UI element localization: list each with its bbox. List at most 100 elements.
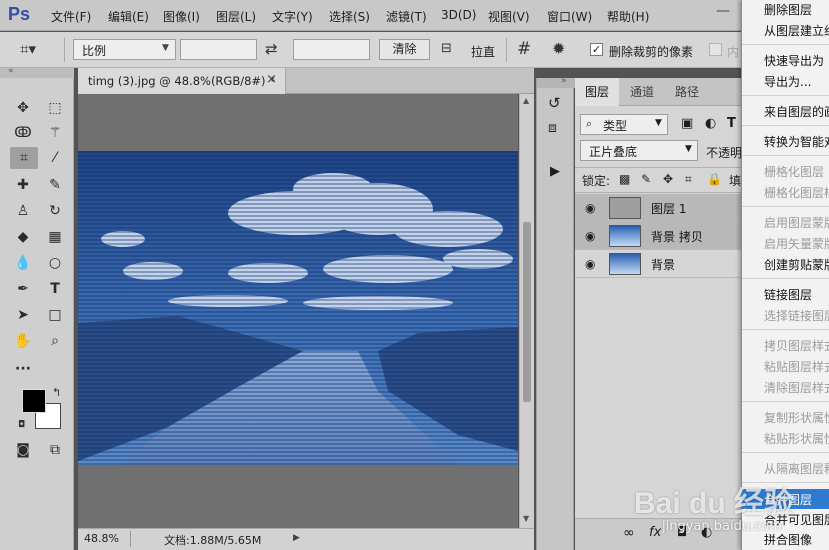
layer-row[interactable]: ◉ 背景 拷贝	[575, 222, 741, 250]
tools-panel-header[interactable]: «	[0, 66, 74, 78]
menu-image[interactable]: 图像(I)	[163, 8, 200, 25]
ratio-select[interactable]: 比例 ▼	[73, 39, 176, 60]
close-tab-icon[interactable]: ×	[266, 72, 277, 87]
mask-icon[interactable]: ◘	[677, 525, 687, 540]
strip-header[interactable]: »	[537, 76, 575, 88]
menu-item-artboard-from-layers[interactable]: 来自图层的画	[764, 103, 829, 120]
delete-cropped-label[interactable]: 删除裁剪的像素	[609, 43, 693, 60]
brush-tool-icon[interactable]: ✎	[44, 174, 66, 196]
pen-tool-icon[interactable]: ✒	[12, 278, 34, 300]
menu-item-create-clipping-mask[interactable]: 创建剪贴蒙版	[764, 256, 829, 273]
move-tool-icon[interactable]: ✥	[12, 97, 34, 119]
clone-stamp-tool-icon[interactable]: ♙	[12, 200, 34, 222]
height-field[interactable]	[293, 39, 370, 60]
history-panel-icon[interactable]: ↺	[548, 94, 561, 112]
tab-layers[interactable]: 图层	[575, 78, 619, 106]
crop-tool-icon[interactable]: ⌗	[10, 147, 38, 169]
tab-paths[interactable]: 路径	[665, 78, 709, 106]
menu-select[interactable]: 选择(S)	[329, 8, 370, 25]
menu-item-quick-export[interactable]: 快速导出为 P	[764, 52, 829, 69]
content-aware-label[interactable]: 内	[727, 43, 739, 60]
crop-tool-preset-icon[interactable]: ⌗▾	[20, 40, 36, 58]
adjustment-filter-icon[interactable]: ◐	[705, 116, 716, 131]
magic-wand-tool-icon[interactable]: ⚚	[44, 122, 66, 144]
width-field[interactable]	[180, 39, 257, 60]
gear-icon[interactable]: ✹	[552, 39, 565, 58]
play-actions-icon[interactable]: ▶	[550, 164, 560, 179]
minimize-icon[interactable]: —	[716, 3, 730, 19]
delete-cropped-checkbox[interactable]: ✓	[590, 43, 603, 56]
document-size-info[interactable]: 文档:1.88M/5.65M	[164, 532, 261, 548]
pixel-filter-icon[interactable]: ▣	[681, 116, 693, 131]
menu-item-group-from-layers[interactable]: 从图层建立组	[764, 22, 829, 39]
content-aware-checkbox[interactable]	[709, 43, 722, 56]
fx-icon[interactable]: fx	[649, 525, 661, 540]
more-tools-icon[interactable]: ···	[12, 358, 34, 380]
menu-window[interactable]: 窗口(W)	[547, 8, 592, 25]
rectangle-tool-icon[interactable]: □	[44, 304, 66, 326]
screen-mode-icon[interactable]: ⧉	[44, 439, 66, 461]
zoom-level[interactable]: 48.8%	[84, 532, 119, 545]
blur-tool-icon[interactable]: 💧	[12, 252, 34, 274]
vertical-scrollbar[interactable]: ▲ ▼	[519, 94, 534, 528]
menu-item-link-layers[interactable]: 链接图层	[764, 286, 812, 303]
lasso-tool-icon[interactable]: ↂ	[12, 122, 34, 144]
foreground-color-swatch[interactable]	[22, 389, 46, 413]
tab-channels[interactable]: 通道	[620, 78, 664, 106]
document-tab[interactable]: timg (3).jpg @ 48.8%(RGB/8#) * ×	[78, 68, 286, 94]
eye-icon[interactable]: ◉	[585, 229, 595, 243]
link-icon[interactable]: ∞	[623, 525, 635, 541]
menu-item-convert-smart-object[interactable]: 转换为智能对	[764, 133, 829, 150]
eraser-tool-icon[interactable]: ◆	[12, 226, 34, 248]
layer-row[interactable]: ◉ 背景	[575, 250, 741, 278]
menu-3d[interactable]: 3D(D)	[441, 8, 476, 22]
menu-edit[interactable]: 编辑(E)	[108, 8, 149, 25]
straighten-icon[interactable]: ⊟	[441, 41, 452, 56]
quick-mask-icon[interactable]: ◙	[12, 439, 34, 461]
zoom-tool-icon[interactable]: ⌕	[44, 330, 66, 352]
layer-row[interactable]: ◉ 图层 1	[575, 194, 741, 222]
dodge-tool-icon[interactable]: ○	[44, 252, 66, 274]
status-arrow-icon[interactable]: ▶	[293, 533, 300, 543]
menu-file[interactable]: 文件(F)	[51, 8, 91, 25]
menu-help[interactable]: 帮助(H)	[607, 8, 649, 25]
swap-colors-icon[interactable]: ↰	[52, 386, 61, 399]
grid-overlay-icon[interactable]: #	[517, 39, 531, 59]
marquee-tool-icon[interactable]: ⬚	[44, 97, 66, 119]
healing-brush-tool-icon[interactable]: ✚	[12, 174, 34, 196]
menu-item-flatten-image[interactable]: 拼合图像	[764, 531, 812, 548]
eyedropper-tool-icon[interactable]: ⁄	[44, 147, 66, 169]
type-filter-icon[interactable]: T	[727, 116, 736, 131]
collapse-icon[interactable]: «	[8, 66, 14, 76]
collapse-icon[interactable]: »	[561, 76, 567, 86]
layer-filter-select[interactable]: ⌕ 类型 ▼	[580, 114, 668, 135]
menu-layer[interactable]: 图层(L)	[216, 8, 256, 25]
default-colors-icon[interactable]: ◘	[18, 420, 25, 430]
scroll-up-icon[interactable]: ▲	[523, 96, 529, 105]
gradient-tool-icon[interactable]: ▦	[44, 226, 66, 248]
swap-icon[interactable]: ⇄	[265, 40, 278, 58]
menu-filter[interactable]: 滤镜(T)	[386, 8, 427, 25]
lock-artboard-icon[interactable]: ⌗	[685, 172, 692, 187]
3d-panel-icon[interactable]: ⧈	[548, 120, 557, 136]
menu-item-delete-layer[interactable]: 删除图层	[764, 1, 812, 18]
eye-icon[interactable]: ◉	[585, 201, 595, 215]
menu-item-export-as[interactable]: 导出为...	[764, 73, 811, 90]
lock-position-icon[interactable]: ✥	[663, 172, 673, 186]
menu-item-merge-visible[interactable]: 合并可见图层	[764, 511, 829, 528]
scroll-thumb[interactable]	[523, 222, 531, 402]
clear-button[interactable]: 清除	[379, 39, 430, 60]
lock-image-icon[interactable]: ✎	[641, 172, 651, 186]
straighten-label[interactable]: 拉直	[471, 43, 495, 60]
opacity-label[interactable]: 不透明	[706, 144, 742, 161]
path-selection-tool-icon[interactable]: ➤	[12, 304, 34, 326]
eye-icon[interactable]: ◉	[585, 257, 595, 271]
menu-view[interactable]: 视图(V)	[488, 8, 530, 25]
hand-tool-icon[interactable]: ✋	[12, 330, 34, 352]
lock-all-icon[interactable]: 🔒	[707, 172, 722, 186]
menu-item-merge-layers[interactable]: 合并图层	[764, 491, 812, 508]
scroll-down-icon[interactable]: ▼	[523, 514, 529, 523]
type-tool-icon[interactable]: T	[44, 278, 66, 300]
adjustment-layer-icon[interactable]: ◐	[701, 525, 712, 540]
blend-mode-select[interactable]: 正片叠底 ▼	[580, 140, 698, 161]
